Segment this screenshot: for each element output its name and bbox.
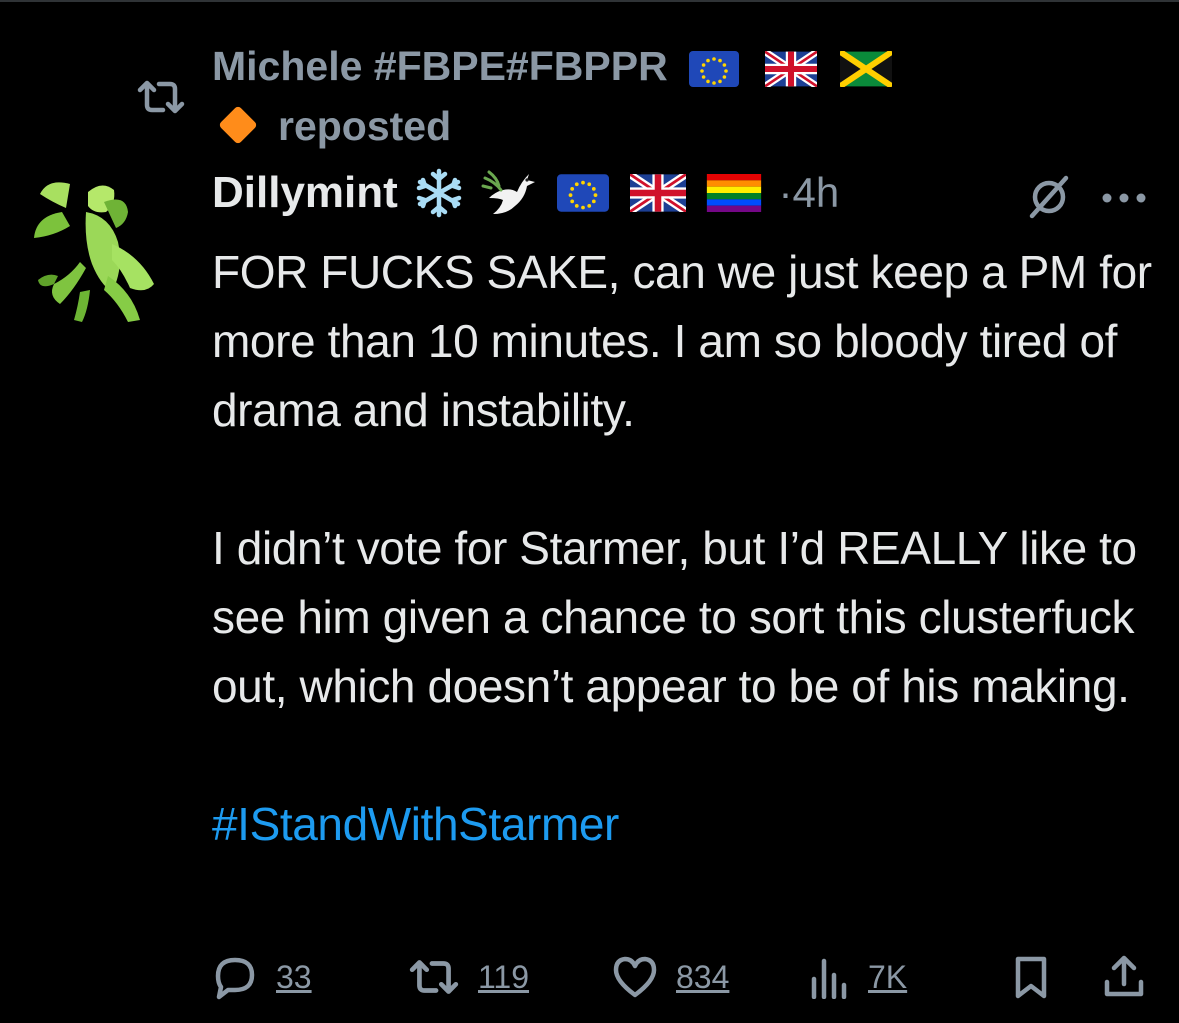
tweet-paragraph-2: I didn’t vote for Starmer, but I’d REALL… (212, 522, 1137, 712)
jamaica-flag (839, 51, 892, 88)
like-count: 834 (676, 958, 730, 995)
more-icon[interactable] (1100, 192, 1148, 204)
reply-button[interactable]: 33 (212, 950, 312, 1004)
uk-flag (629, 174, 686, 212)
views-icon (811, 958, 847, 999)
repost-button[interactable]: 119 (408, 950, 529, 1004)
views-count: 7K (868, 958, 908, 995)
dove-emoji (481, 170, 535, 214)
like-button[interactable]: 834 (612, 950, 729, 1004)
bookmark-icon (1015, 956, 1047, 999)
top-divider (0, 0, 1179, 2)
avatar[interactable] (30, 172, 166, 328)
hashtag-link[interactable]: #IStandWithStarmer (212, 798, 619, 850)
muted-icon[interactable] (1026, 174, 1072, 220)
timestamp[interactable]: ·4h (779, 169, 840, 216)
author-line: Dillymint ·4h (212, 168, 839, 224)
share-icon (1104, 955, 1144, 997)
tweet-paragraph-1: FOR FUCKS SAKE, can we just keep a PM fo… (212, 246, 1152, 436)
author-name[interactable]: Dillymint (212, 168, 398, 217)
eu-flag (689, 51, 740, 88)
views-button[interactable]: 7K (810, 950, 907, 1004)
action-bar: 33 119 834 7K (212, 950, 1152, 1004)
repost-icon (137, 80, 185, 114)
tweet-text: FOR FUCKS SAKE, can we just keep a PM fo… (212, 238, 1152, 859)
orange-diamond-icon (218, 105, 258, 145)
reply-icon (215, 957, 255, 1000)
like-icon (613, 956, 657, 998)
reposted-label: reposted (278, 103, 452, 149)
repost-icon (409, 960, 459, 994)
reposter-name[interactable]: Michele #FBPE#FBPPR (212, 43, 668, 89)
eu-flag (557, 174, 610, 212)
rainbow-flag (706, 174, 762, 212)
reposted-label-line: reposted (218, 100, 451, 152)
bookmark-button[interactable] (1012, 950, 1050, 1004)
reposter-name-line[interactable]: Michele #FBPE#FBPPR (212, 40, 892, 92)
reply-count: 33 (276, 958, 312, 995)
repost-count: 119 (478, 958, 530, 995)
share-button[interactable] (1102, 950, 1146, 1004)
snowflake-emoji (417, 168, 462, 218)
uk-flag (764, 51, 817, 88)
